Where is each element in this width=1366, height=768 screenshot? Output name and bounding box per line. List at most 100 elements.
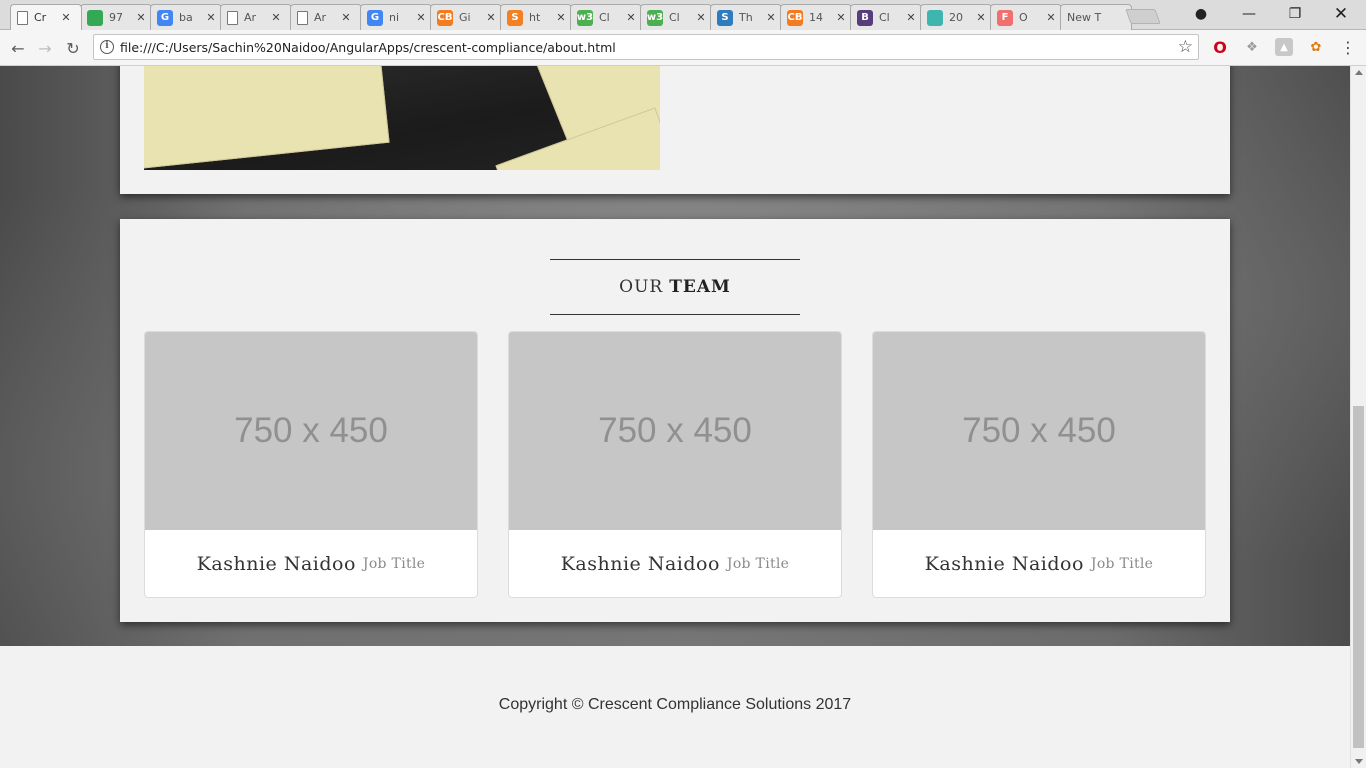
about-panel: [120, 66, 1230, 194]
member-photo-placeholder: 750 x 450: [509, 332, 841, 530]
tab-title: New T: [1067, 11, 1102, 24]
browser-tab[interactable]: S Th ✕: [710, 4, 782, 30]
browser-tab[interactable]: w3 Cl ✕: [640, 4, 712, 30]
scroll-up-arrow-icon[interactable]: [1355, 70, 1363, 75]
browser-tab[interactable]: Sht ✕: [500, 4, 572, 30]
team-member-card: 750 x 450 Kashnie Naidoo Job Title: [872, 331, 1206, 598]
browser-tab[interactable]: CB 14 ✕: [780, 4, 852, 30]
google-icon: G: [367, 9, 383, 26]
browser-tab[interactable]: CB Gi ✕: [430, 4, 502, 30]
copyright-text: Copyright © Crescent Compliance Solution…: [498, 696, 852, 713]
member-caption: Kashnie Naidoo Job Title: [873, 530, 1205, 597]
f-circle-icon: F: [997, 9, 1013, 26]
team-member-card: 750 x 450 Kashnie Naidoo Job Title: [508, 331, 842, 598]
tab-strip: Cr ✕ 97 ✕ Gba ✕ Ar ✕ Ar ✕ Gni ✕ CB Gi ✕ Sht ✕ w3 Cl ✕ w3 Cl ✕ S…: [0, 0, 1366, 30]
team-heading-light: OUR: [619, 277, 664, 297]
teal-square-icon: [927, 9, 943, 26]
team-heading-bold: TEAM: [669, 277, 731, 297]
restore-button[interactable]: ❐: [1272, 0, 1318, 28]
tab-close-icon[interactable]: ✕: [695, 11, 707, 24]
tab-title: Gi: [459, 11, 471, 24]
tab-title: Cr: [34, 11, 47, 24]
member-caption: Kashnie Naidoo Job Title: [145, 530, 477, 597]
tab-close-icon[interactable]: ✕: [485, 11, 497, 24]
tab-close-icon[interactable]: ✕: [905, 11, 917, 24]
about-image: [144, 66, 660, 170]
w3schools-icon: w3: [577, 9, 593, 26]
browser-tab[interactable]: New T: [1060, 4, 1132, 30]
google-icon: G: [157, 9, 173, 26]
browser-tab[interactable]: 20 ✕: [920, 4, 992, 30]
browser-tab[interactable]: Cr ✕: [10, 4, 82, 30]
tab-close-icon[interactable]: ✕: [625, 11, 637, 24]
forward-button[interactable]: →: [33, 36, 57, 60]
browser-menu-icon[interactable]: ⋮: [1339, 38, 1357, 57]
browser-tab[interactable]: Gba ✕: [150, 4, 222, 30]
tab-close-icon[interactable]: ✕: [205, 11, 217, 24]
member-job-title: Job Title: [1090, 555, 1154, 572]
page-footer: Copyright © Crescent Compliance Solution…: [0, 646, 1350, 768]
member-photo-placeholder: 750 x 450: [873, 332, 1205, 530]
page-icon: [17, 10, 28, 25]
page-icon: [297, 10, 308, 25]
tab-close-icon[interactable]: ✕: [60, 11, 72, 24]
browser-tab[interactable]: 97 ✕: [80, 4, 152, 30]
tab-close-icon[interactable]: ✕: [135, 11, 147, 24]
vertical-scrollbar[interactable]: [1350, 66, 1366, 768]
minimize-button[interactable]: —: [1226, 0, 1272, 28]
profile-icon[interactable]: ●: [1178, 0, 1224, 28]
tab-title: 20: [949, 11, 963, 24]
member-job-title: Job Title: [362, 555, 426, 572]
tab-title: Th: [739, 11, 753, 24]
sticky-note: [144, 66, 390, 169]
tab-close-icon[interactable]: ✕: [340, 11, 352, 24]
close-window-button[interactable]: ✕: [1318, 0, 1364, 28]
tab-title: Cl: [669, 11, 680, 24]
back-button[interactable]: ←: [6, 36, 30, 60]
google-maps-icon: [87, 9, 103, 26]
fox-extension-icon[interactable]: ✿: [1307, 38, 1325, 56]
bookmark-star-icon[interactable]: ☆: [1178, 37, 1193, 57]
new-tab-button[interactable]: [1125, 9, 1161, 24]
info-icon[interactable]: i: [100, 40, 114, 54]
code-icon: CB: [437, 9, 453, 26]
browser-tab[interactable]: Ar ✕: [290, 4, 362, 30]
pdf-extension-icon[interactable]: ▲: [1275, 38, 1293, 56]
browser-tab[interactable]: B Cl ✕: [850, 4, 922, 30]
stackoverflow-icon: S: [507, 9, 523, 26]
tab-close-icon[interactable]: ✕: [555, 11, 567, 24]
tab-title: Cl: [879, 11, 890, 24]
browser-tab[interactable]: w3 Cl ✕: [570, 4, 642, 30]
code-icon: CB: [787, 9, 803, 26]
team-panel: OUR TEAM 750 x 450 Kashnie Naidoo Job Ti…: [120, 219, 1230, 622]
browser-tab[interactable]: Gni ✕: [360, 4, 432, 30]
url-text[interactable]: file:///C:/Users/Sachin%20Naidoo/Angular…: [120, 40, 616, 55]
tab-close-icon[interactable]: ✕: [835, 11, 847, 24]
tab-title: 97: [109, 11, 123, 24]
tab-close-icon[interactable]: ✕: [1045, 11, 1057, 24]
address-bar[interactable]: i file:///C:/Users/Sachin%20Naidoo/Angul…: [93, 34, 1199, 60]
tab-close-icon[interactable]: ✕: [270, 11, 282, 24]
bootstrap-icon: B: [857, 9, 873, 26]
tab-title: O: [1019, 11, 1028, 24]
tab-title: 14: [809, 11, 823, 24]
member-job-title: Job Title: [726, 555, 790, 572]
tab-title: ba: [179, 11, 193, 24]
opera-extension-icon[interactable]: O: [1211, 38, 1229, 57]
w3schools-icon: w3: [647, 9, 663, 26]
browser-tab[interactable]: F O ✕: [990, 4, 1062, 30]
browser-tab[interactable]: Ar ✕: [220, 4, 292, 30]
tab-close-icon[interactable]: ✕: [415, 11, 427, 24]
tab-title: Cl: [599, 11, 610, 24]
tab-close-icon[interactable]: ✕: [975, 11, 987, 24]
tab-title: ht: [529, 11, 541, 24]
reload-button[interactable]: ↻: [61, 36, 85, 60]
extension-icon[interactable]: ❖: [1243, 38, 1261, 56]
scrollbar-thumb[interactable]: [1353, 406, 1364, 748]
tab-title: ni: [389, 11, 400, 24]
team-heading: OUR TEAM: [550, 259, 800, 315]
member-caption: Kashnie Naidoo Job Title: [509, 530, 841, 597]
page-icon: [227, 10, 238, 25]
scroll-down-arrow-icon[interactable]: [1355, 759, 1363, 764]
tab-close-icon[interactable]: ✕: [765, 11, 777, 24]
